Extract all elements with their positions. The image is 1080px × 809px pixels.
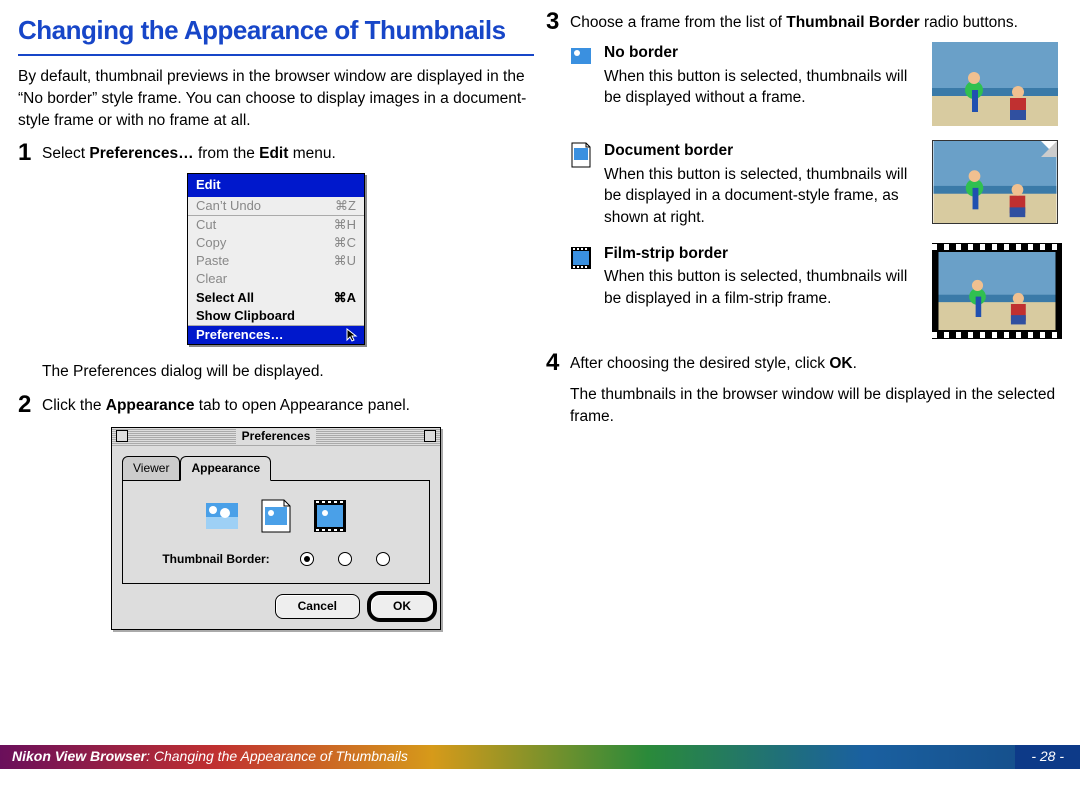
- beach-image-icon: [933, 141, 1057, 223]
- step-3-number: 3: [546, 10, 564, 34]
- tabs: Viewer Appearance: [122, 456, 430, 480]
- option-noborder: No border When this button is selected, …: [570, 42, 1062, 126]
- footer-section: Changing the Appearance of Thumbnails: [154, 748, 408, 764]
- noborder-sample: [932, 42, 1062, 126]
- option-document: Document border When this button is sele…: [570, 140, 1062, 229]
- ok-button: OK: [370, 594, 434, 619]
- menu-item-clear: Clear: [188, 270, 364, 288]
- zoom-box-icon: [424, 430, 436, 442]
- close-box-icon: [116, 430, 128, 442]
- menu-item-cant-undo: Can’t Undo ⌘Z: [188, 197, 364, 215]
- beach-image-icon: [932, 42, 1058, 126]
- menu-item-preferences: Preferences…: [188, 326, 364, 344]
- menu-item-select-all: Select All ⌘A: [188, 289, 364, 307]
- cursor-icon: [346, 328, 358, 347]
- page-number: - 28 -: [1015, 745, 1080, 769]
- step-4-result: The thumbnails in the browser window wil…: [570, 384, 1062, 427]
- page-title: Changing the Appearance of Thumbnails: [18, 12, 534, 56]
- filmstrip-thumb-icon: [313, 499, 347, 533]
- page-body: Changing the Appearance of Thumbnails By…: [0, 0, 1080, 769]
- document-thumb-icon: [259, 499, 293, 533]
- cancel-button: Cancel: [275, 594, 360, 619]
- document-desc: When this button is selected, thumbnails…: [604, 164, 920, 229]
- menu-item-cut: Cut ⌘H: [188, 216, 364, 234]
- filmstrip-title: Film-strip border: [604, 243, 920, 265]
- tab-appearance: Appearance: [180, 456, 271, 481]
- noborder-thumb-icon: [205, 499, 239, 533]
- step-2-number: 2: [18, 393, 36, 417]
- edit-menu: Edit Can’t Undo ⌘Z Cut ⌘H Copy ⌘C Paste …: [187, 173, 365, 345]
- tab-viewer: Viewer: [122, 456, 180, 481]
- document-title: Document border: [604, 140, 920, 162]
- filmstrip-icon: [570, 245, 592, 278]
- step-4-number: 4: [546, 351, 564, 440]
- step-1: 1 Select Preferences… from the Edit menu…: [18, 143, 534, 165]
- step-1-number: 1: [18, 141, 36, 165]
- radio-document: [338, 552, 352, 566]
- noborder-desc: When this button is selected, thumbnails…: [604, 66, 920, 109]
- dialog-title: Preferences: [236, 428, 317, 445]
- thumbnail-border-label: Thumbnail Border:: [162, 551, 269, 568]
- step-1-body: Select Preferences… from the Edit menu.: [42, 143, 534, 165]
- step-3-body: Choose a frame from the list of Thumbnai…: [570, 12, 1062, 34]
- footer-bar: Nikon View Browser: Changing the Appeara…: [0, 745, 1080, 769]
- edit-menu-title: Edit: [188, 174, 364, 196]
- footer-app-name: Nikon View Browser: [12, 748, 146, 764]
- right-column: 3 Choose a frame from the list of Thumbn…: [546, 12, 1062, 729]
- document-icon: [570, 142, 592, 175]
- document-sample: [932, 140, 1062, 224]
- preferences-dialog: Preferences Viewer Appearance: [111, 427, 441, 630]
- noborder-title: No border: [604, 42, 920, 64]
- filmstrip-sample: [932, 243, 1062, 339]
- step-2-body: Click the Appearance tab to open Appeara…: [42, 395, 534, 417]
- dialog-titlebar: Preferences: [112, 428, 440, 446]
- menu-item-paste: Paste ⌘U: [188, 252, 364, 270]
- beach-image-icon: [937, 252, 1057, 330]
- left-column: Changing the Appearance of Thumbnails By…: [18, 12, 534, 729]
- noborder-icon: [570, 44, 592, 77]
- menu-item-show-clipboard: Show Clipboard: [188, 307, 364, 325]
- radio-filmstrip: [376, 552, 390, 566]
- appearance-panel: Thumbnail Border:: [122, 480, 430, 585]
- prefs-dialog-intro: The Preferences dialog will be displayed…: [42, 361, 534, 383]
- step-4: 4 After choosing the desired style, clic…: [546, 353, 1062, 440]
- intro-text: By default, thumbnail previews in the br…: [18, 66, 534, 131]
- filmstrip-desc: When this button is selected, thumbnails…: [604, 266, 920, 309]
- radio-noborder: [300, 552, 314, 566]
- option-filmstrip: Film-strip border When this button is se…: [570, 243, 1062, 339]
- step-2: 2 Click the Appearance tab to open Appea…: [18, 395, 534, 417]
- menu-item-copy: Copy ⌘C: [188, 234, 364, 252]
- step-3: 3 Choose a frame from the list of Thumbn…: [546, 12, 1062, 34]
- step-4-body: After choosing the desired style, click …: [570, 353, 1062, 440]
